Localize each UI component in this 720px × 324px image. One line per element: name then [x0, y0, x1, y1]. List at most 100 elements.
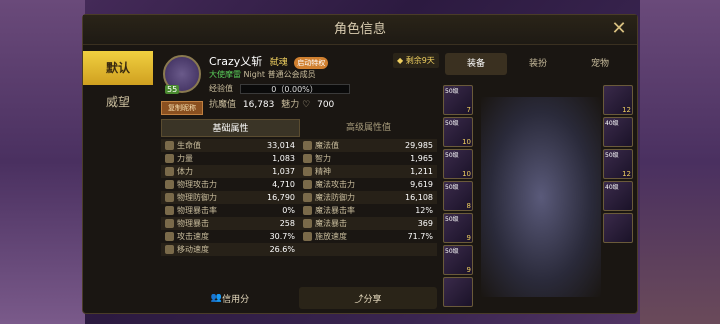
close-icon[interactable]: ✕ — [609, 19, 629, 39]
attribute-icon — [303, 154, 312, 163]
users-icon: 👥 — [210, 293, 223, 303]
attribute-cell: 力量 1,083 — [161, 152, 299, 165]
attribute-cell: 魔法暴击 369 — [299, 217, 437, 230]
share-button[interactable]: ⤴ 分享 — [299, 287, 437, 309]
tab-basic-attributes[interactable]: 基础属性 — [161, 119, 300, 137]
level-badge: 55 — [165, 85, 180, 94]
equipment-level: 50级 — [605, 152, 619, 159]
attribute-cell: 智力 1,965 — [299, 152, 437, 165]
guild-rank: 大使摩雷 — [209, 70, 241, 79]
equipment-level: 50级 — [445, 248, 459, 255]
bottom-bar: 👥 信用分 ⤴ 分享 — [161, 287, 437, 309]
privilege-badge: 启动特权 — [294, 57, 329, 69]
equipment-enhance: 10 — [462, 170, 471, 178]
equipment-slot[interactable]: 50级 9 — [443, 213, 473, 243]
attribute-row: 力量 1,083 智力 1,965 — [161, 152, 437, 165]
power-value: 16,783 — [242, 100, 275, 110]
attribute-cell: 魔法暴击率 12% — [299, 204, 437, 217]
equipment-enhance: 10 — [462, 138, 471, 146]
attribute-label: 智力 — [315, 154, 331, 163]
equipment-slot[interactable]: 40级 — [603, 117, 633, 147]
tab-default[interactable]: 默认 — [83, 51, 153, 85]
attribute-cell: 施放速度 71.7% — [299, 230, 437, 243]
equipment-slot[interactable]: 50级 9 — [443, 245, 473, 275]
credit-label: 信用分 — [222, 294, 250, 305]
left-tabs: 默认 威望 — [83, 51, 153, 119]
attribute-icon — [165, 219, 174, 228]
attribute-value: 1,965 — [410, 154, 433, 163]
attribute-value: 26.6% — [269, 245, 295, 254]
class-text: 弑魂 — [269, 58, 288, 68]
attribute-cell: 魔法值 29,985 — [299, 139, 437, 152]
attribute-row: 生命值 33,014 魔法值 29,985 — [161, 139, 437, 152]
attribute-label: 施放速度 — [315, 232, 347, 241]
share-label: 分享 — [363, 294, 382, 305]
equipment-slot[interactable]: 50级 12 — [603, 149, 633, 179]
equipment-level: 40级 — [605, 120, 619, 127]
equipment-enhance: 12 — [622, 170, 631, 178]
attribute-icon — [303, 141, 312, 150]
remaining-days: ◆ 剩余9天 — [393, 53, 439, 68]
attribute-icon — [303, 180, 312, 189]
equipment-left-column: 50级 7 50级 10 50级 10 50级 8 50级 9 50级 9 — [443, 85, 473, 309]
attribute-label: 魔法暴击率 — [315, 206, 355, 215]
attribute-tabs: 基础属性 高级属性值 — [161, 119, 437, 137]
attribute-value: 1,083 — [272, 154, 295, 163]
copy-name-button[interactable]: 复制昵称 — [161, 101, 203, 115]
attribute-row: 体力 1,037 精神 1,211 — [161, 165, 437, 178]
attribute-value: 1,211 — [410, 167, 433, 176]
equipment-slot[interactable]: 50级 7 — [443, 85, 473, 115]
tab-pet[interactable]: 宠物 — [569, 53, 631, 75]
background-right — [640, 0, 720, 324]
tab-advanced-attributes[interactable]: 高级属性值 — [300, 119, 437, 137]
equipment-level: 40级 — [605, 184, 619, 191]
attribute-cell: 魔法攻击力 9,619 — [299, 178, 437, 191]
attribute-label: 体力 — [177, 167, 193, 176]
attribute-icon — [303, 167, 312, 176]
equipment-slot[interactable] — [443, 277, 473, 307]
tab-equipment[interactable]: 装备 — [445, 53, 507, 75]
equipment-level: 50级 — [445, 120, 459, 127]
attribute-value: 29,985 — [405, 141, 433, 150]
attribute-cell: 移动速度 26.6% — [161, 243, 299, 256]
share-icon: ⤴ — [354, 294, 364, 305]
attribute-cell: 魔法防御力 16,108 — [299, 191, 437, 204]
equipment-slot[interactable]: 40级 — [603, 181, 633, 211]
attribute-label: 魔法暴击 — [315, 219, 347, 228]
charm-icon: ♡ — [302, 100, 311, 110]
attribute-row: 移动速度 26.6% — [161, 243, 437, 256]
equipment-slot[interactable]: 50级 10 — [443, 149, 473, 179]
name-text: Crazy乂斩 — [209, 55, 263, 68]
equipment-slot[interactable]: 50级 10 — [443, 117, 473, 147]
attribute-value: 4,710 — [272, 180, 295, 189]
tab-avatar[interactable]: 装扮 — [507, 53, 569, 75]
credit-button[interactable]: 👥 信用分 — [161, 287, 299, 309]
attribute-cell: 物理暴击 258 — [161, 217, 299, 230]
attribute-cell: 生命值 33,014 — [161, 139, 299, 152]
attribute-value: 1,037 — [272, 167, 295, 176]
attribute-cell: 物理防御力 16,790 — [161, 191, 299, 204]
equipment-right-column: 12 40级 50级 12 40级 — [603, 85, 633, 245]
guild-name: Night — [243, 70, 266, 79]
attribute-icon — [165, 154, 174, 163]
equipment-enhance: 7 — [466, 106, 471, 114]
equipment-level: 50级 — [445, 152, 459, 159]
attribute-value: 33,014 — [267, 141, 295, 150]
equipment-slot[interactable]: 50级 8 — [443, 181, 473, 211]
attribute-label: 物理防御力 — [177, 193, 217, 202]
tab-prestige[interactable]: 威望 — [83, 85, 153, 119]
equipment-slot[interactable]: 12 — [603, 85, 633, 115]
attribute-icon — [165, 180, 174, 189]
attribute-icon — [165, 141, 174, 150]
attribute-row: 物理暴击率 0% 魔法暴击率 12% — [161, 204, 437, 217]
attribute-row: 物理防御力 16,790 魔法防御力 16,108 — [161, 191, 437, 204]
attribute-value: 258 — [279, 219, 295, 228]
background-left — [0, 0, 85, 324]
equipment-level: 50级 — [445, 88, 459, 95]
equipment-slot[interactable] — [603, 213, 633, 243]
attribute-icon — [303, 232, 312, 241]
attribute-value: 71.7% — [407, 232, 433, 241]
right-tabs: 装备 装扮 宠物 — [445, 53, 631, 75]
attribute-cell: 体力 1,037 — [161, 165, 299, 178]
attribute-cell: 物理暴击率 0% — [161, 204, 299, 217]
